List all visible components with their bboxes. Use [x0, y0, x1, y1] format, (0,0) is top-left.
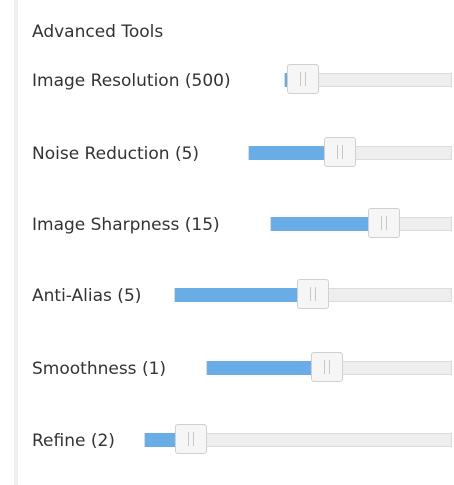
refine-row: Refine (2)	[32, 424, 454, 456]
slider-handle[interactable]	[287, 64, 320, 94]
anti-alias-slider[interactable]	[174, 279, 452, 309]
slider-label: Image Resolution (500)	[32, 71, 231, 91]
slider-handle[interactable]	[174, 424, 207, 454]
noise-reduction-row: Noise Reduction (5)	[32, 137, 454, 169]
smoothness-slider[interactable]	[206, 352, 452, 382]
smoothness-row: Smoothness (1)	[32, 352, 454, 384]
image-sharpness-row: Image Sharpness (15)	[32, 208, 454, 240]
anti-alias-row: Anti-Alias (5)	[32, 279, 454, 311]
slider-handle[interactable]	[323, 137, 356, 167]
slider-label: Image Sharpness (15)	[32, 215, 220, 235]
slider-fill	[271, 217, 385, 231]
slider-handle[interactable]	[368, 208, 401, 238]
noise-reduction-slider[interactable]	[248, 137, 452, 167]
grip-icon	[336, 145, 343, 159]
image-resolution-row: Image Resolution (500)	[32, 64, 454, 96]
advanced-tools-panel: Advanced Tools Image Resolution (500) No…	[0, 0, 454, 485]
grip-icon	[381, 216, 388, 230]
slider-label: Smoothness (1)	[32, 359, 167, 379]
slider-label: Refine (2)	[32, 431, 115, 451]
grip-icon	[300, 72, 307, 86]
panel-left-border	[14, 0, 18, 485]
grip-icon	[323, 360, 330, 374]
image-sharpness-slider[interactable]	[270, 208, 452, 238]
slider-label: Anti-Alias (5)	[32, 286, 142, 306]
slider-handle[interactable]	[310, 352, 343, 382]
grip-icon	[310, 287, 316, 301]
slider-fill	[175, 288, 313, 302]
image-resolution-slider[interactable]	[284, 64, 452, 94]
slider-fill	[207, 361, 327, 375]
refine-slider[interactable]	[144, 424, 452, 454]
grip-icon	[187, 432, 194, 446]
slider-handle[interactable]	[297, 279, 329, 309]
slider-label: Noise Reduction (5)	[32, 144, 200, 164]
panel-title: Advanced Tools	[32, 22, 164, 42]
